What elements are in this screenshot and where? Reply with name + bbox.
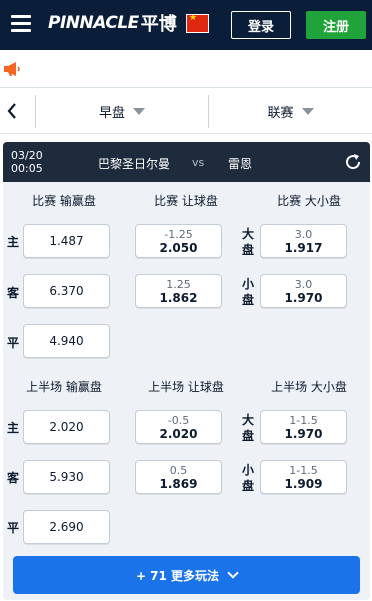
match-datetime: 03/20 00:05 xyxy=(11,149,43,175)
ft-under-label: 小盘 xyxy=(241,277,254,307)
fh-moneyline-away-odds[interactable]: 5.930 xyxy=(23,460,110,494)
fh-moneyline-header: 上半场 输赢盘 xyxy=(26,380,102,394)
away-team-name[interactable]: 雷恩 xyxy=(228,155,252,172)
ft-away-label: 客 xyxy=(7,286,20,300)
fh-draw-label: 平 xyxy=(7,521,20,535)
fh-away-label: 客 xyxy=(7,471,20,485)
back-icon[interactable] xyxy=(6,101,22,121)
china-flag-icon[interactable]: ★ xyxy=(186,14,209,33)
ft-total-over-odds[interactable]: 3.0 1.917 xyxy=(260,224,347,258)
ft-handicap-header: 比赛 让球盘 xyxy=(154,194,218,208)
chevron-down-icon xyxy=(227,567,239,579)
fh-moneyline-draw-odds[interactable]: 2.690 xyxy=(23,510,110,544)
ft-handicap-away-odds[interactable]: 1.25 1.862 xyxy=(135,274,222,308)
menu-icon[interactable] xyxy=(11,15,31,33)
fh-over-label: 大盘 xyxy=(241,413,254,443)
more-bets-button[interactable]: + 71 更多玩法 xyxy=(13,556,360,594)
league-filter-label: 联赛 xyxy=(267,106,294,121)
vs-label: vs xyxy=(192,156,205,169)
ft-total-under-odds[interactable]: 3.0 1.970 xyxy=(260,274,347,308)
refresh-icon[interactable] xyxy=(343,152,363,172)
ft-total-header: 比赛 大小盘 xyxy=(277,194,341,208)
fh-under-label: 小盘 xyxy=(241,463,254,493)
fh-moneyline-home-odds[interactable]: 2.020 xyxy=(23,410,110,444)
fh-total-over-odds[interactable]: 1-1.5 1.970 xyxy=(260,410,347,444)
register-button[interactable]: 注册 xyxy=(306,11,366,39)
caret-down-icon xyxy=(301,108,314,115)
brand-name-cn: 平博 xyxy=(140,14,177,35)
match-time: 00:05 xyxy=(11,162,43,175)
match-date: 03/20 xyxy=(11,149,43,162)
ft-handicap-home-odds[interactable]: -1.25 2.050 xyxy=(135,224,222,258)
ft-home-label: 主 xyxy=(7,235,20,249)
filter-bar: 早盘 联赛 xyxy=(0,89,372,134)
announcement-bar xyxy=(0,50,372,88)
login-button[interactable]: 登录 xyxy=(231,11,291,39)
fh-handicap-header: 上半场 让球盘 xyxy=(148,380,224,394)
market-filter-dropdown[interactable]: 早盘 xyxy=(36,89,208,134)
league-filter-dropdown[interactable]: 联赛 xyxy=(209,89,372,134)
ft-over-label: 大盘 xyxy=(241,227,254,257)
ft-moneyline-draw-odds[interactable]: 4.940 xyxy=(23,324,110,358)
caret-down-icon xyxy=(133,108,145,115)
ft-draw-label: 平 xyxy=(7,336,20,350)
ft-moneyline-header: 比赛 输赢盘 xyxy=(32,194,96,208)
brand-name-en: PINNACLE xyxy=(48,13,139,33)
fh-handicap-away-odds[interactable]: 0.5 1.869 xyxy=(135,460,222,494)
ft-moneyline-home-odds[interactable]: 1.487 xyxy=(23,224,110,258)
top-navbar: PINNACLE 平博 ★ 登录 注册 xyxy=(0,0,372,50)
brand-logo[interactable]: PINNACLE 平博 xyxy=(48,11,177,35)
fh-total-header: 上半场 大小盘 xyxy=(271,380,347,394)
fh-home-label: 主 xyxy=(7,421,20,435)
ft-moneyline-away-odds[interactable]: 6.370 xyxy=(23,274,110,308)
fh-total-under-odds[interactable]: 1-1.5 1.909 xyxy=(260,460,347,494)
home-team-name[interactable]: 巴黎圣日尔曼 xyxy=(98,155,170,172)
match-card: 03/20 00:05 巴黎圣日尔曼 vs 雷恩 比赛 输赢盘 比赛 让球盘 比… xyxy=(3,142,370,600)
match-header: 03/20 00:05 巴黎圣日尔曼 vs 雷恩 xyxy=(3,142,370,182)
more-bets-label: + 71 更多玩法 xyxy=(135,568,220,583)
megaphone-icon[interactable] xyxy=(3,61,21,77)
market-filter-label: 早盘 xyxy=(98,106,125,121)
fh-handicap-home-odds[interactable]: -0.5 2.020 xyxy=(135,410,222,444)
